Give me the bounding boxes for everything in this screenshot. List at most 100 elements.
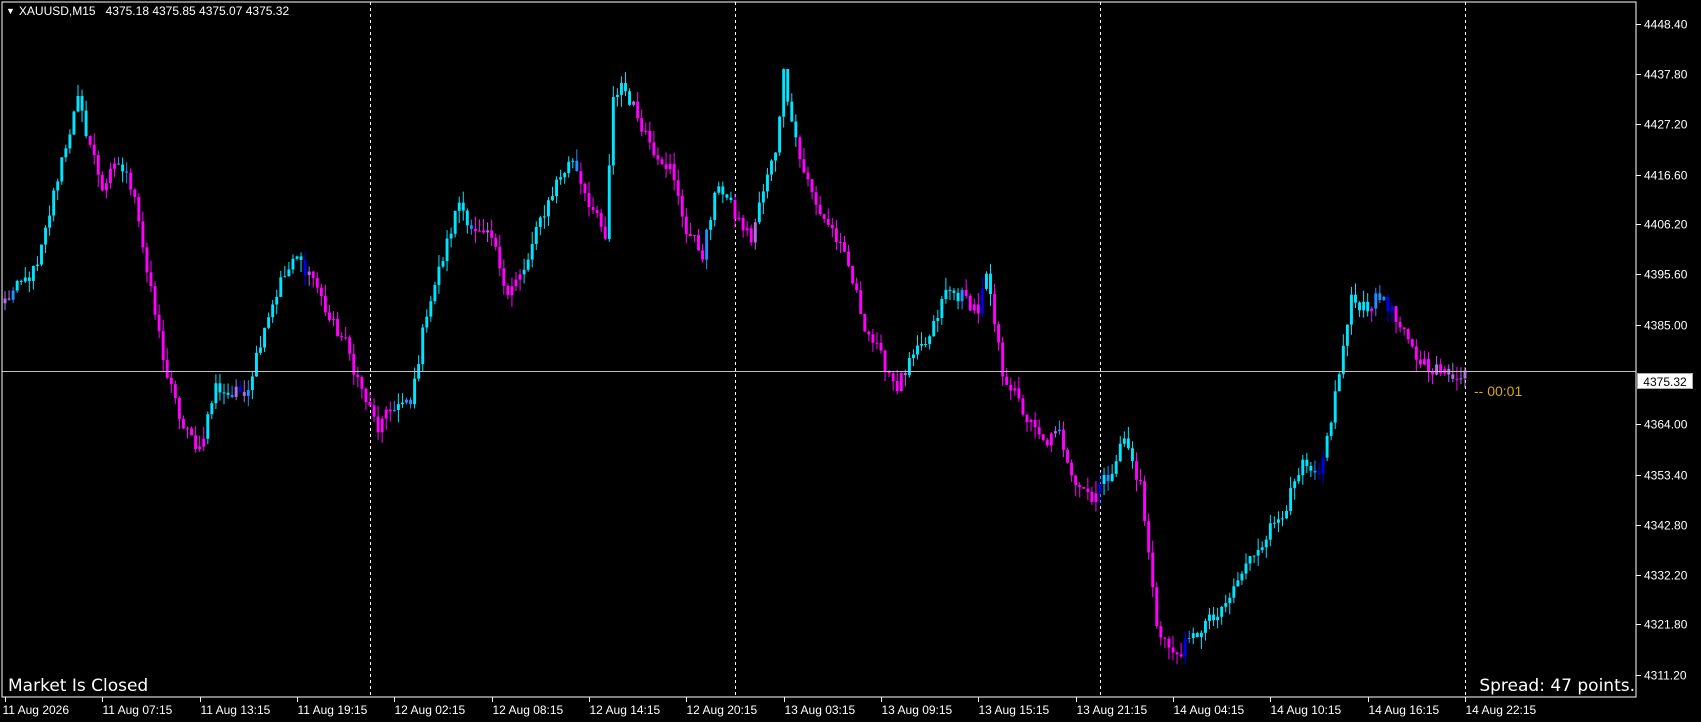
candle-body (40, 244, 43, 265)
candle-body (1005, 376, 1009, 385)
candle-body (388, 409, 392, 412)
candle-body (555, 179, 559, 197)
candle-body (96, 155, 100, 175)
candle-body (1139, 479, 1143, 482)
candle-body (583, 183, 587, 194)
y-tick-label: 4395.60 (1644, 268, 1688, 282)
price-chart[interactable]: 4448.40 4437.80 4427.20 4416.60 4406.20 4395.… (0, 0, 1701, 722)
candle-body (587, 193, 591, 208)
candle-body (1049, 433, 1053, 446)
candle-body (847, 251, 851, 266)
candle-body (11, 290, 15, 300)
candle-body (108, 168, 112, 184)
candle-body (664, 164, 668, 170)
candle-body (1159, 626, 1163, 638)
candle-body (165, 360, 169, 378)
candle-body (794, 121, 798, 138)
candle-body (855, 283, 859, 291)
candle-body (834, 228, 838, 243)
candle-body (1382, 296, 1386, 300)
candle-body (932, 320, 936, 337)
candle-body (656, 155, 660, 160)
candle-body (940, 298, 944, 319)
candle-body (883, 350, 887, 373)
candle-body (1203, 620, 1207, 633)
candle-body (15, 280, 19, 291)
candle-body (202, 438, 206, 447)
candle-body (198, 446, 202, 450)
candle-body (984, 273, 988, 289)
y-tick-label: 4406.20 (1644, 218, 1688, 232)
candle-body (948, 289, 952, 291)
candle-body (473, 228, 477, 232)
candle-body (469, 225, 473, 229)
candle-body (84, 110, 88, 136)
candle-body (1378, 293, 1382, 300)
candle-body (88, 135, 92, 145)
candle-body (1276, 519, 1280, 523)
candle-body (615, 94, 619, 98)
candle-body (206, 414, 210, 439)
candle-body (972, 304, 976, 311)
x-tick-label: 13 Aug 03:15 (785, 703, 856, 717)
candle-body (879, 342, 883, 351)
candle-body (1110, 473, 1114, 482)
candle-body (956, 292, 960, 302)
candle-body (490, 230, 494, 238)
candle-body (380, 418, 384, 433)
candle-body (1398, 321, 1402, 328)
candle-body (1013, 388, 1017, 391)
candle-body (709, 220, 713, 230)
candle-body (218, 383, 222, 393)
x-tick-label: 14 Aug 04:15 (1174, 703, 1245, 717)
candle-body (563, 173, 567, 178)
candle-body (851, 265, 855, 284)
candle-body (1431, 371, 1435, 375)
candle-body (1126, 438, 1130, 449)
candle-body (19, 280, 23, 282)
candle-body (822, 214, 826, 219)
candle-body (48, 215, 52, 228)
candle-body (461, 202, 465, 211)
candle-body (173, 384, 177, 399)
candle-body (1033, 419, 1037, 428)
current-price-tag: 4375.32 (1637, 373, 1693, 389)
candle-body (1301, 459, 1305, 476)
candle-body (522, 269, 526, 275)
candle-body (891, 373, 895, 382)
candle-body (1427, 359, 1430, 372)
y-tick-label: 4416.60 (1644, 169, 1688, 183)
candle-body (222, 392, 226, 394)
y-tick-label: 4311.20 (1644, 669, 1687, 683)
candle-body (482, 230, 486, 233)
candle-body (1130, 448, 1134, 462)
candle-body (287, 269, 291, 277)
bar-countdown: -- 00:01 (1474, 383, 1523, 399)
candle-body (1090, 491, 1094, 503)
candle-body (1252, 555, 1256, 557)
candle-body (1325, 435, 1329, 458)
candle-body (1354, 294, 1357, 303)
candle-body (928, 336, 932, 345)
candle-body (680, 195, 684, 217)
candle-body (1098, 483, 1102, 494)
candle-body (1155, 587, 1159, 627)
candle-body (875, 342, 879, 344)
candle-body (3, 298, 7, 304)
candle-body (782, 69, 786, 117)
candle-body (518, 274, 522, 280)
candle-body (1321, 457, 1325, 474)
candle-body (190, 428, 194, 436)
chevron-down-icon[interactable]: ▼ (6, 5, 15, 17)
candle-body (1244, 563, 1248, 574)
candle-body (368, 402, 372, 406)
candle-body (1208, 614, 1211, 621)
candle-body (1114, 461, 1118, 474)
candle-body (1337, 374, 1341, 392)
candle-body (340, 336, 344, 338)
candle-body (1106, 474, 1110, 482)
candle-body (433, 284, 437, 302)
candle-body (952, 290, 956, 293)
candle-body (267, 317, 271, 328)
candle-body (510, 286, 514, 296)
